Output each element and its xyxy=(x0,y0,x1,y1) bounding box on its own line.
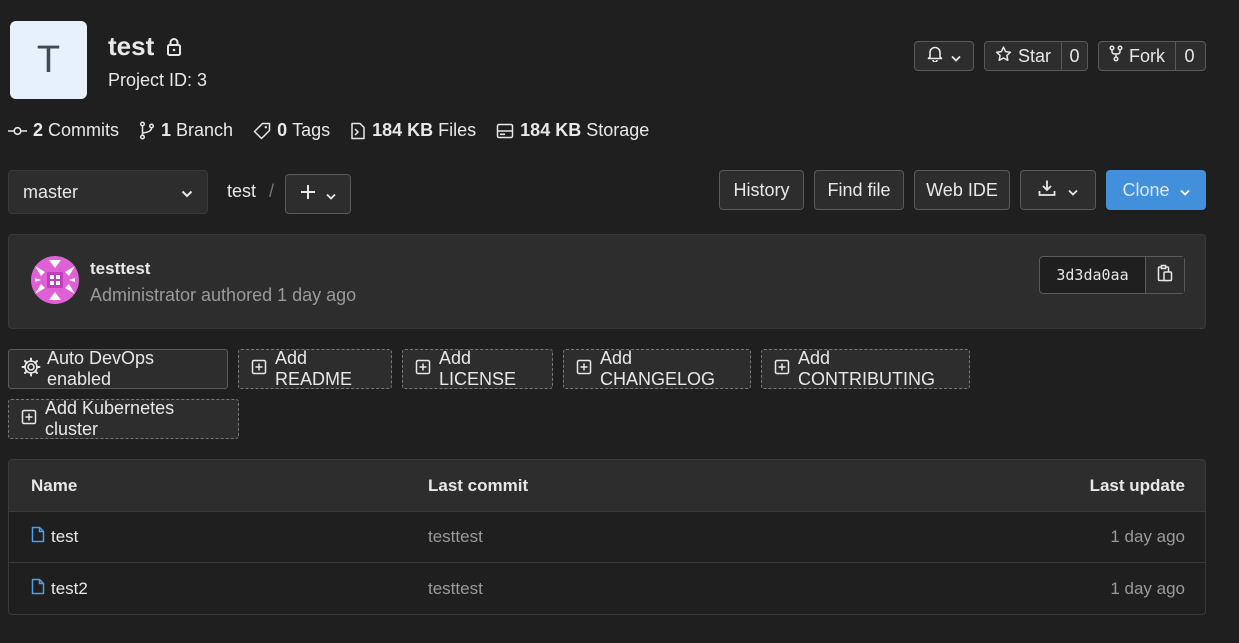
add-changelog-label: Add CHANGELOG xyxy=(600,348,716,389)
stat-storage-label: Storage xyxy=(586,120,650,140)
add-contributing-button[interactable]: Add CONTRIBUTING xyxy=(761,348,970,389)
header-last-commit: Last commit xyxy=(428,475,529,495)
plus-square-icon xyxy=(576,359,592,380)
chevron-down-icon xyxy=(326,184,336,205)
add-license-label: Add LICENSE xyxy=(439,348,517,389)
fork-button[interactable]: Fork 0 xyxy=(1098,41,1206,71)
table-row[interactable]: test testtest 1 day ago xyxy=(9,512,1205,563)
add-readme-button[interactable]: Add README xyxy=(238,348,392,389)
branch-selector[interactable]: master xyxy=(8,170,208,214)
table-header: Name Last commit Last update xyxy=(9,460,1205,512)
plus-square-icon xyxy=(415,359,431,380)
stat-commits-label: Commits xyxy=(48,120,120,140)
commit-icon xyxy=(8,125,27,137)
file-name[interactable]: test2 xyxy=(51,579,88,599)
stat-branches[interactable]: 1 Branch xyxy=(139,120,233,141)
branch-name: master xyxy=(23,181,79,202)
fork-label: Fork xyxy=(1129,45,1165,66)
plus-square-icon xyxy=(21,409,37,430)
project-title: test xyxy=(108,31,182,62)
stat-storage[interactable]: 184 KB Storage xyxy=(496,120,649,141)
plus-square-icon xyxy=(251,359,267,380)
find-file-button[interactable]: Find file xyxy=(814,170,904,210)
plus-icon xyxy=(300,184,316,205)
project-avatar: T xyxy=(10,21,87,99)
add-kubernetes-button[interactable]: Add Kubernetes cluster xyxy=(8,398,239,439)
last-commit-panel xyxy=(8,234,1206,329)
clone-dropdown[interactable]: Clone xyxy=(1106,170,1206,210)
stat-tags-label: Tags xyxy=(292,120,331,140)
fork-icon xyxy=(1109,45,1123,67)
header-name: Name xyxy=(31,475,78,495)
commit-meta: Administrator authored 1 day ago xyxy=(90,285,357,305)
add-contributing-label: Add CONTRIBUTING xyxy=(798,348,935,389)
star-count[interactable]: 0 xyxy=(1061,42,1087,70)
web-ide-button[interactable]: Web IDE xyxy=(914,170,1010,210)
add-kubernetes-label: Add Kubernetes cluster xyxy=(45,398,175,439)
breadcrumb-separator: / xyxy=(269,181,275,201)
stat-commits-value: 2 xyxy=(33,120,44,140)
stat-branches-label: Branch xyxy=(176,120,234,140)
file-name-cell[interactable]: test2 xyxy=(31,563,88,614)
star-icon xyxy=(995,45,1012,67)
add-dropdown[interactable] xyxy=(285,174,351,214)
stat-files[interactable]: 184 KB Files xyxy=(350,120,476,141)
stat-tags[interactable]: 0 Tags xyxy=(253,120,330,141)
file-last-update: 1 day ago xyxy=(1110,527,1185,546)
stat-tags-value: 0 xyxy=(277,120,288,140)
add-readme-label: Add README xyxy=(275,348,353,389)
add-license-button[interactable]: Add LICENSE xyxy=(402,348,553,389)
star-button[interactable]: Star 0 xyxy=(984,41,1088,71)
clone-label: Clone xyxy=(1122,179,1170,200)
fork-main: Fork xyxy=(1099,42,1175,70)
tag-icon xyxy=(253,122,271,140)
bell-icon xyxy=(927,45,943,67)
fork-count[interactable]: 0 xyxy=(1175,42,1203,70)
stat-branches-value: 1 xyxy=(161,120,172,140)
add-changelog-button[interactable]: Add CHANGELOG xyxy=(563,348,751,389)
breadcrumb[interactable]: test xyxy=(227,181,256,202)
gear-icon xyxy=(21,357,41,382)
project-id: Project ID: 3 xyxy=(108,70,208,90)
download-dropdown[interactable] xyxy=(1020,170,1096,210)
auto-devops-button[interactable]: Auto DevOps enabled xyxy=(8,348,228,389)
file-icon xyxy=(31,578,45,600)
auto-devops-label: Auto DevOps enabled xyxy=(47,348,155,389)
stat-files-label: Files xyxy=(438,120,477,140)
file-icon xyxy=(31,526,45,548)
commit-sha[interactable]: 3d3da0aa xyxy=(1040,257,1146,293)
plus-square-icon xyxy=(774,359,790,380)
header-last-update: Last update xyxy=(1089,475,1185,495)
chevron-down-icon xyxy=(1179,180,1190,201)
star-label: Star xyxy=(1018,45,1052,66)
file-last-commit[interactable]: testtest xyxy=(428,512,483,562)
file-last-update: 1 day ago xyxy=(1110,578,1185,598)
commit-sha-group: 3d3da0aa xyxy=(1039,256,1185,294)
stat-storage-value: 184 KB xyxy=(520,120,582,140)
stat-commits[interactable]: 2 Commits xyxy=(8,120,119,141)
lock-icon xyxy=(166,37,182,56)
download-icon xyxy=(1038,179,1056,202)
clipboard-icon xyxy=(1157,264,1173,287)
history-button[interactable]: History xyxy=(719,170,804,210)
project-name: test xyxy=(108,31,155,61)
file-name[interactable]: test xyxy=(51,527,78,547)
storage-icon xyxy=(496,123,514,139)
stat-files-value: 184 KB xyxy=(372,120,434,140)
branch-icon xyxy=(139,121,155,140)
table-row[interactable]: test2 testtest 1 day ago xyxy=(9,563,1205,614)
file-name-cell[interactable]: test xyxy=(31,512,78,562)
project-stats: 2 Commits 1 Branch 0 Tags 184 KB Files 1… xyxy=(8,120,669,141)
chevron-down-icon xyxy=(951,46,961,67)
chevron-down-icon xyxy=(1068,180,1078,201)
chevron-down-icon xyxy=(181,182,193,203)
file-last-commit[interactable]: testtest xyxy=(428,563,483,614)
copy-sha-button[interactable] xyxy=(1146,257,1184,293)
notification-dropdown[interactable] xyxy=(914,41,974,71)
author-avatar[interactable] xyxy=(31,256,79,304)
commit-title[interactable]: testtest xyxy=(90,259,150,279)
file-table: Name Last commit Last update test testte… xyxy=(8,459,1206,615)
star-main: Star xyxy=(985,42,1061,70)
file-archive-icon xyxy=(350,122,366,140)
